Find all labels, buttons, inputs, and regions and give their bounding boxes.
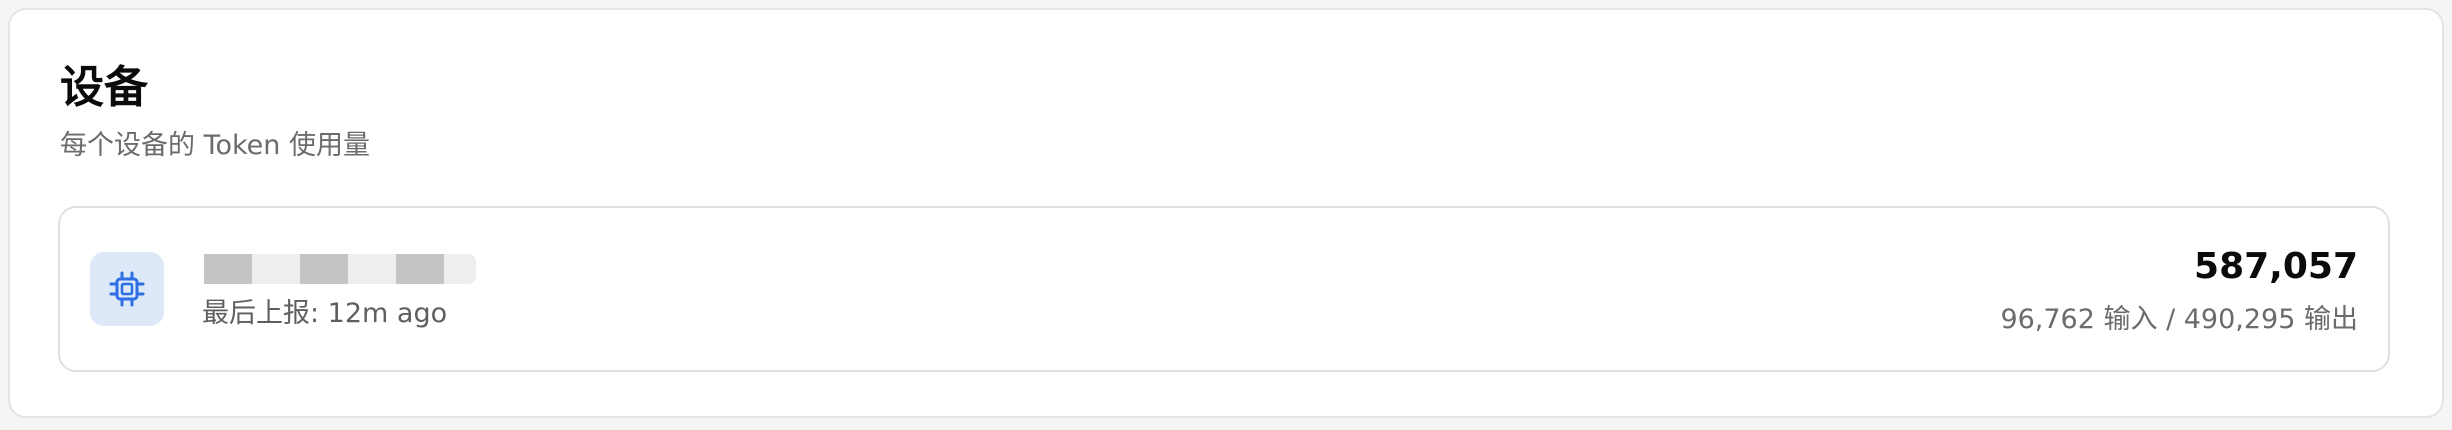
devices-card: 设备 每个设备的 Token 使用量 最后上报: 12m ago 587,057… [8, 8, 2444, 418]
section-subtitle: 每个设备的 Token 使用量 [60, 130, 370, 161]
device-name-redacted [204, 254, 476, 284]
device-row[interactable]: 最后上报: 12m ago 587,057 96,762 输入 / 490,29… [58, 206, 2390, 372]
redaction-block [396, 254, 444, 284]
token-breakdown: 96,762 输入 / 490,295 输出 [2000, 304, 2358, 335]
section-title: 设备 [60, 62, 148, 113]
token-total: 587,057 [2194, 246, 2358, 287]
last-report: 最后上报: 12m ago [202, 298, 448, 329]
page: 设备 每个设备的 Token 使用量 最后上报: 12m ago 587,057… [0, 0, 2452, 430]
redaction-block [300, 254, 348, 284]
redaction-block [204, 254, 252, 284]
chip-icon [90, 252, 164, 326]
